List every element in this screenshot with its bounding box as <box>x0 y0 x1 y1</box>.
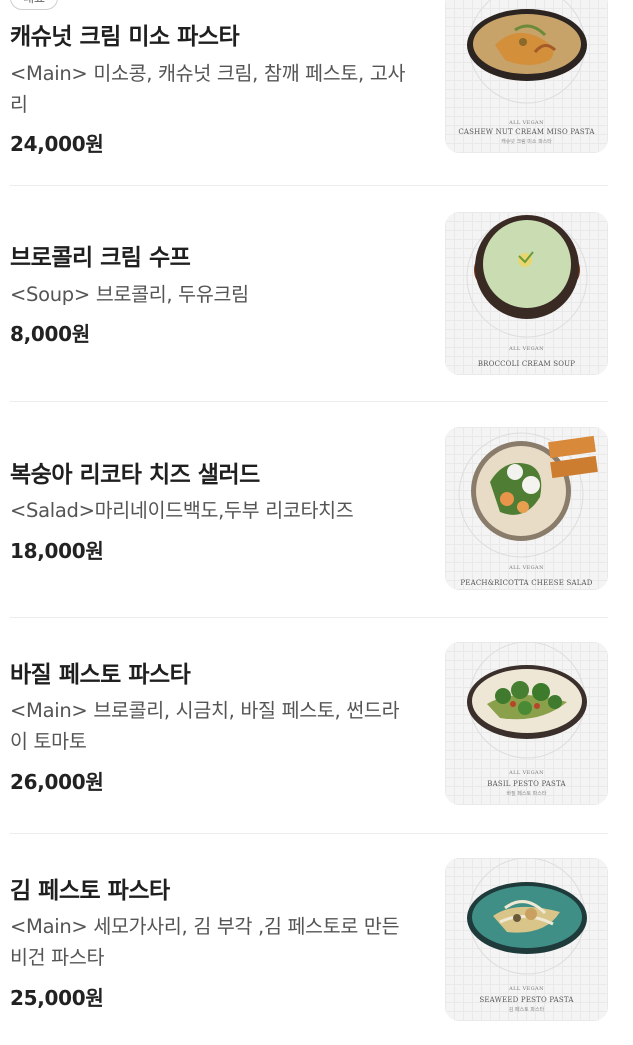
menu-item-photo[interactable]: ALL VEGAN BASIL PESTO PASTA 바질 페스토 파스타 <box>445 642 608 805</box>
photo-caption-small: ALL VEGAN <box>509 120 544 126</box>
menu-item-price: 8,000원 <box>10 322 90 346</box>
photo-caption-small: ALL VEGAN <box>509 565 544 571</box>
menu-item[interactable]: 바질 페스토 파스타 <Main> 브로콜리, 시금치, 바질 페스토, 썬드라… <box>0 618 633 833</box>
photo-caption-sub: 바질 페스토 파스타 <box>506 791 547 797</box>
photo-caption-title: PEACH&RICOTTA CHEESE SALAD <box>460 579 593 587</box>
menu-item-price: 18,000원 <box>10 539 104 563</box>
menu-item-photo[interactable]: ALL VEGAN BROCCOLI CREAM SOUP <box>445 212 608 375</box>
menu-item[interactable]: 캐슈넛 크림 미소 파스타 <Main> 미소콩, 캐슈넛 크림, 참깨 페스토… <box>0 0 633 185</box>
menu-item[interactable]: 복숭아 리코타 치즈 샐러드 <Salad>마리네이드백도,두부 리코타치즈 1… <box>0 402 633 617</box>
menu-item-photo[interactable]: ALL VEGAN CASHEW NUT CREAM MISO PASTA 캐슈… <box>445 0 608 153</box>
photo-caption-title: SEAWEED PESTO PASTA <box>479 996 574 1004</box>
photo-caption-small: ALL VEGAN <box>509 986 544 992</box>
menu-item-description: <Soup> 브로콜리, 두유크림 <box>10 283 249 306</box>
menu-item-name: 복숭아 리코타 치즈 샐러드 <box>10 462 260 488</box>
menu-item-description: <Salad>마리네이드백도,두부 리코타치즈 <box>10 499 354 522</box>
menu-item-name: 브로콜리 크림 수프 <box>10 245 191 271</box>
photo-caption-small: ALL VEGAN <box>509 770 544 776</box>
menu-item-price: 26,000원 <box>10 770 104 794</box>
menu-item-photo[interactable]: ALL VEGAN SEAWEED PESTO PASTA 김 페스토 파스타 <box>445 858 608 1021</box>
photo-caption-title: BROCCOLI CREAM SOUP <box>477 360 576 368</box>
menu-item-name: 바질 페스토 파스타 <box>10 662 191 688</box>
menu-item-name: 김 페스토 파스타 <box>10 878 170 904</box>
menu-item-description: <Main> 브로콜리, 시금치, 바질 페스토, 썬드라이 토마토 <box>10 699 400 753</box>
menu-item-name: 캐슈넛 크림 미소 파스타 <box>10 24 240 50</box>
menu-item-description: <Main> 미소콩, 캐슈넛 크림, 참깨 페스토, 고사리 <box>10 62 406 116</box>
menu-item-photo[interactable]: ALL VEGAN PEACH&RICOTTA CHEESE SALAD <box>445 427 608 590</box>
photo-caption-small: ALL VEGAN <box>509 346 544 352</box>
photo-caption-sub: 캐슈넛 크림 미소 파스타 <box>501 139 552 145</box>
photo-caption-title: CASHEW NUT CREAM MISO PASTA <box>458 128 595 136</box>
menu-item-price: 24,000원 <box>10 132 104 156</box>
photo-caption-sub: 김 페스토 파스타 <box>508 1007 545 1013</box>
menu-item-price: 25,000원 <box>10 986 104 1010</box>
menu-item[interactable]: 브로콜리 크림 수프 <Soup> 브로콜리, 두유크림 8,000원 ALL … <box>0 186 633 401</box>
photo-caption-title: BASIL PESTO PASTA <box>487 780 566 788</box>
menu-item-description: <Main> 세모가사리, 김 부각 ,김 페스토로 만든 비건 파스타 <box>10 915 400 969</box>
menu-item[interactable]: 김 페스토 파스타 <Main> 세모가사리, 김 부각 ,김 페스토로 만든 … <box>0 834 633 1045</box>
